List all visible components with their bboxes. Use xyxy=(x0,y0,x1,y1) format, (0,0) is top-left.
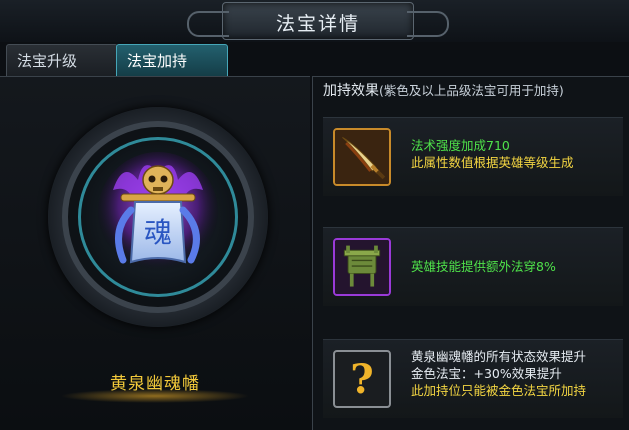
effect-slot-3: ? 黄泉幽魂幡的所有状态效果提升 金色法宝：+30%效果提升 此加持位只能被金色… xyxy=(323,339,623,418)
page-title: 法宝详情 xyxy=(275,13,360,35)
effect-2-line-1: 英雄技能提供额外法穿8% xyxy=(411,259,556,274)
soul-banner-icon[interactable]: 魂 xyxy=(93,150,223,280)
effects-subtitle: (紫色及以上品级法宝可用于加持) xyxy=(379,83,564,98)
banner-glyph: 魂 xyxy=(144,216,172,249)
effect-slot-1: 法术强度加成710 此属性数值根据英雄等级生成 xyxy=(323,117,623,196)
effect-1-text: 法术强度加成710 此属性数值根据英雄等级生成 xyxy=(411,137,574,171)
effect-3-text: 黄泉幽魂幡的所有状态效果提升 金色法宝：+30%效果提升 此加持位只能被金色法宝… xyxy=(411,348,586,399)
effect-3-line-2: 金色法宝：+30%效果提升 xyxy=(411,366,562,381)
artifact-ring: 魂 xyxy=(48,107,268,327)
effect-slot-2: 英雄技能提供额外法穿8% xyxy=(323,227,623,306)
effects-header: 加持效果(紫色及以上品级法宝可用于加持) xyxy=(323,80,564,100)
artifact-panel: 魂 黄泉幽魂幡 xyxy=(0,76,310,430)
question-glyph: ? xyxy=(350,355,374,403)
effects-title: 加持效果 xyxy=(323,83,379,99)
effects-panel: 加持效果(紫色及以上品级法宝可用于加持) 法术强度加成710 此属性数值根据英雄… xyxy=(312,76,629,430)
effect-1-line-2: 此属性数值根据英雄等级生成 xyxy=(411,155,574,170)
cauldron-icon[interactable] xyxy=(333,238,391,296)
tab-upgrade[interactable]: 法宝升级 xyxy=(6,44,118,78)
effect-1-line-1: 法术强度加成710 xyxy=(411,138,510,153)
artifact-ring-mid: 魂 xyxy=(62,121,254,313)
question-icon[interactable]: ? xyxy=(333,350,391,408)
artifact-name: 黄泉幽魂幡 xyxy=(110,374,200,394)
sword-icon[interactable] xyxy=(333,128,391,186)
artifact-ring-inner: 魂 xyxy=(78,137,238,297)
title-ornament-right xyxy=(407,11,449,37)
title-plate: 法宝详情 xyxy=(187,2,449,40)
title-bar: 法宝详情 xyxy=(0,0,629,42)
effect-2-text: 英雄技能提供额外法穿8% xyxy=(411,258,556,275)
effect-3-line-1: 黄泉幽魂幡的所有状态效果提升 xyxy=(411,349,587,364)
effect-3-line-3: 此加持位只能被金色法宝所加持 xyxy=(411,383,587,398)
tab-empower[interactable]: 法宝加持 xyxy=(116,44,228,78)
